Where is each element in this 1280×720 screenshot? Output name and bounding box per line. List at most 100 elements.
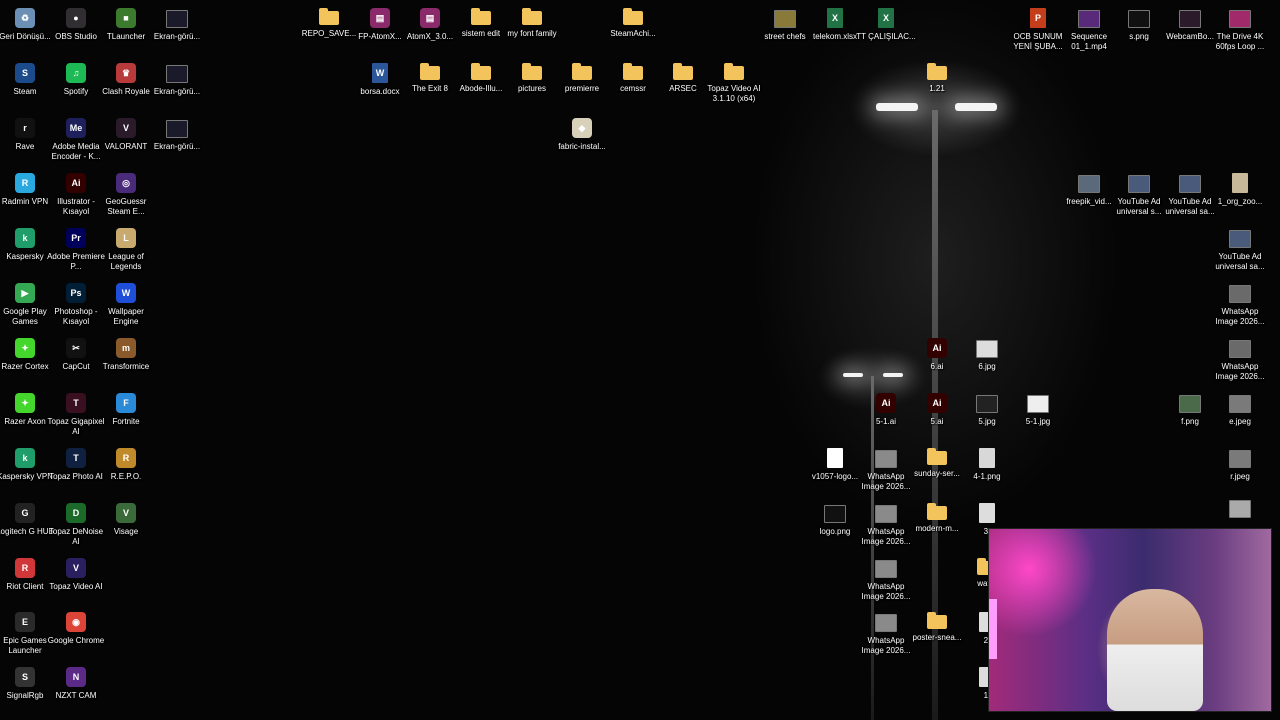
desktop-icon-whatsapp-4[interactable]: WhatsApp Image 2026... <box>861 609 911 656</box>
desktop-icon-modern-m[interactable]: modern-m... <box>912 500 962 534</box>
desktop-icon-fortnite[interactable]: F Fortnite <box>101 390 151 427</box>
desktop-icon-logo-png[interactable]: logo.png <box>810 500 860 537</box>
desktop-icon-folder-121[interactable]: 1.21 <box>912 60 962 94</box>
desktop-icon-whatsapp-3[interactable]: WhatsApp Image 2026... <box>861 555 911 602</box>
desktop-icon-geoguessr[interactable]: ◎ GeoGuessr Steam E... <box>101 170 151 217</box>
desktop-icon-razer-axon[interactable]: ✦ Razer Axon <box>0 390 50 427</box>
desktop-icon-google-play-games[interactable]: ▶ Google Play Games <box>0 280 50 327</box>
desktop-icon-atomx-3[interactable]: ▤ AtomX_3.0... <box>405 5 455 42</box>
desktop-icon-whatsapp-r1[interactable]: WhatsApp Image 2026... <box>1215 280 1265 327</box>
desktop-icon-telekom-xlsx[interactable]: Xtelekom.xlsx <box>810 5 860 42</box>
desktop-icon-steamachi[interactable]: SteamAchi... <box>608 5 658 39</box>
desktop-icon-ai-6[interactable]: Ai 6.ai <box>912 335 962 372</box>
desktop-icon-sequence-01[interactable]: Sequence 01_1.mp4 <box>1064 5 1114 52</box>
desktop-icon-r-jpeg[interactable]: r.jpeg <box>1215 445 1265 482</box>
desktop-icon-ocb-sunum[interactable]: P OCB SUNUM YENİ ŞUBA... <box>1013 5 1063 52</box>
desktop-icon-v1057-logo[interactable]: v1057-logo... <box>810 445 860 482</box>
desktop-icon-cemssr[interactable]: cemssr <box>608 60 658 94</box>
desktop-icon-youtube-ad-3[interactable]: YouTube Ad universal sa... <box>1215 225 1265 272</box>
desktop-icon-borsa-docx[interactable]: Wborsa.docx <box>355 60 405 97</box>
video-file-icon <box>1229 10 1251 28</box>
desktop-icon-jpg-5-1[interactable]: 5-1.jpg <box>1013 390 1063 427</box>
desktop-icon-topaz-video-folder[interactable]: Topaz Video AI 3.1.10 (x64) <box>707 60 761 104</box>
desktop-icon-freepik-vid[interactable]: freepik_vid... <box>1064 170 1114 207</box>
desktop-icon-radmin-vpn[interactable]: R Radmin VPN <box>0 170 50 207</box>
desktop-icon-obs-studio[interactable]: ● OBS Studio <box>51 5 101 42</box>
image-file-icon <box>1229 395 1251 413</box>
desktop-icon-geri-donusum[interactable]: ♻ Geri Dönüşü... <box>0 5 51 42</box>
image-file-icon <box>824 505 846 523</box>
spotify-icon: ♫ <box>66 63 86 83</box>
desktop-icon-the-drive-4k[interactable]: The Drive 4K 60fps Loop ... <box>1215 5 1265 52</box>
desktop-icon-youtube-ad-1[interactable]: YouTube Ad universal s... <box>1114 170 1164 217</box>
desktop-icon-ekran-3[interactable]: Ekran-görü... <box>152 115 202 152</box>
desktop-icon-youtube-ad-2[interactable]: YouTube Ad universal sa... <box>1165 170 1215 217</box>
desktop-icon-unlabeled-right[interactable] <box>1215 495 1265 522</box>
desktop-icon-kaspersky-vpn[interactable]: k Kaspersky VPN <box>0 445 53 482</box>
wallpaper-lamp-left <box>876 103 918 111</box>
desktop-icon-ekran-2[interactable]: Ekran-görü... <box>152 60 202 97</box>
desktop-icon-premiere[interactable]: Pr Adobe Premiere P... <box>47 225 105 272</box>
desktop-icon-visage[interactable]: V Visage <box>101 500 151 537</box>
desktop-icon-tlauncher[interactable]: ■ TLauncher <box>101 5 151 42</box>
desktop-icon-pictures[interactable]: pictures <box>507 60 557 94</box>
desktop-icon-street-chefs[interactable]: street chefs <box>760 5 810 42</box>
desktop-icon-e-jpeg[interactable]: e.jpeg <box>1215 390 1265 427</box>
desktop-icon-photoshop[interactable]: Ps Photoshop - Kısayol <box>51 280 101 327</box>
desktop-icon-ai-5[interactable]: Ai 5.ai <box>912 390 962 427</box>
desktop-icon-signalrgb[interactable]: S SignalRgb <box>0 664 50 701</box>
image-file-icon <box>979 448 995 468</box>
desktop-icon-png-4-1[interactable]: 4-1.png <box>962 445 1012 482</box>
desktop-icon-adobe-media-encoder[interactable]: Me Adobe Media Encoder - K... <box>51 115 101 162</box>
desktop-icon-epic-games[interactable]: E Epic Games Launcher <box>0 609 50 656</box>
desktop-icon-topaz-photo[interactable]: T Topaz Photo AI <box>49 445 103 482</box>
desktop-icon-my-font-family[interactable]: my font family <box>507 5 557 39</box>
desktop-icon-fabric-installer[interactable]: ◆ fabric-instal... <box>557 115 607 152</box>
desktop-icon-repo-save[interactable]: REPO_SAVE... <box>302 5 356 39</box>
desktop-icon-transformice[interactable]: m Transformice <box>101 335 151 372</box>
desktop-icon-the-exit-8[interactable]: The Exit 8 <box>405 60 455 94</box>
desktop-icon-wallpaper-engine[interactable]: W Wallpaper Engine <box>101 280 151 327</box>
desktop-icon-razer-cortex[interactable]: ✦ Razer Cortex <box>0 335 50 372</box>
desktop-icon-repo[interactable]: R R.E.P.O. <box>101 445 151 482</box>
desktop-icon-fp-atomx[interactable]: ▤ FP-AtomX... <box>355 5 405 42</box>
desktop-icon-topaz-denoise[interactable]: D Topaz DeNoise AI <box>49 500 103 547</box>
razer-axon-icon: ✦ <box>15 393 35 413</box>
desktop-icon-illustrator[interactable]: Ai Illustrator - Kısayol <box>51 170 101 217</box>
desktop-icon-logitech[interactable]: G Logitech G HUB <box>0 500 54 537</box>
image-file-icon <box>875 614 897 632</box>
desktop-icon-s-png[interactable]: s.png <box>1114 5 1164 42</box>
desktop-icon-whatsapp-1[interactable]: WhatsApp Image 2026... <box>861 445 911 492</box>
desktop-icon-rave[interactable]: r Rave <box>0 115 50 152</box>
desktop-icon-nzxt-cam[interactable]: N NZXT CAM <box>51 664 101 701</box>
desktop-icon-tt-calisilac[interactable]: X TT ÇALIŞILAC... <box>856 5 916 42</box>
desktop-icon-webcambo[interactable]: WebcamBo... <box>1165 5 1215 42</box>
desktop-icon-ai-5-1[interactable]: Ai 5-1.ai <box>861 390 911 427</box>
desktop-icon-abode-illu[interactable]: Abode-Illu... <box>456 60 506 94</box>
desktop-icon-league-of-legends[interactable]: L League of Legends <box>101 225 151 272</box>
desktop-icon-poster-snea[interactable]: poster-snea... <box>912 609 962 643</box>
desktop-icon-org-zoo[interactable]: 1_org_zoo... <box>1215 170 1265 207</box>
desktop-icon-topaz-gigapixel[interactable]: T Topaz Gigapixel AI <box>48 390 104 437</box>
desktop-icon-sistem-edit[interactable]: sistem edit <box>456 5 506 39</box>
desktop-icon-sunday-ser[interactable]: sunday-ser... <box>912 445 962 479</box>
desktop-icon-kaspersky[interactable]: k Kaspersky <box>0 225 50 262</box>
desktop-icon-clash-royale[interactable]: ♛ Clash Royale <box>101 60 151 97</box>
desktop-icon-premierre[interactable]: premierre <box>557 60 607 94</box>
desktop-icon-f-png[interactable]: f.png <box>1165 390 1215 427</box>
desktop-icon-ekran-1[interactable]: Ekran-görü... <box>152 5 202 42</box>
desktop-icon-whatsapp-r2[interactable]: WhatsApp Image 2026... <box>1215 335 1265 382</box>
desktop-icon-steam[interactable]: S Steam <box>0 60 50 97</box>
desktop-icon-whatsapp-2[interactable]: WhatsApp Image 2026... <box>861 500 911 547</box>
desktop-icon-arsec[interactable]: ARSEC <box>658 60 708 94</box>
desktop[interactable]: ♻ Geri Dönüşü... S Steam r Rave R Radmin VPN k Ka… <box>0 0 1280 720</box>
desktop-icon-riot-client[interactable]: R Riot Client <box>0 555 50 592</box>
desktop-icon-topaz-video[interactable]: V Topaz Video AI <box>49 555 103 592</box>
wallpaper-lamp-far-left <box>843 373 863 377</box>
desktop-icon-google-chrome[interactable]: ◉ Google Chrome <box>48 609 104 646</box>
desktop-icon-capcut[interactable]: ✂ CapCut <box>51 335 101 372</box>
desktop-icon-jpg-6[interactable]: 6.jpg <box>962 335 1012 372</box>
desktop-icon-spotify[interactable]: ♫ Spotify <box>51 60 101 97</box>
desktop-icon-valorant[interactable]: V VALORANT <box>101 115 151 152</box>
desktop-icon-jpg-5[interactable]: 5.jpg <box>962 390 1012 427</box>
